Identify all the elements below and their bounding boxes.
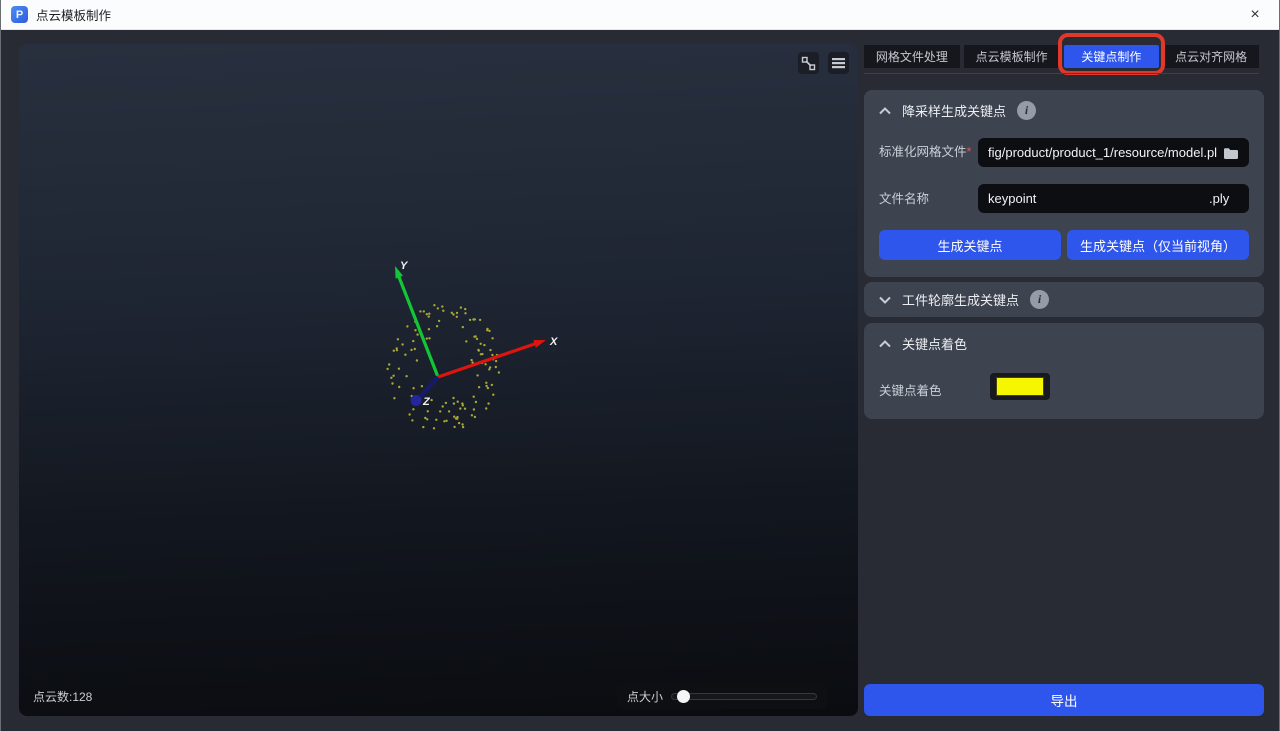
section-header[interactable]: 降采样生成关键点 i: [864, 90, 1264, 120]
section-title: 关键点着色: [902, 334, 967, 353]
measure-icon: [801, 56, 816, 71]
titlebar: P 点云模板制作 ×: [1, 0, 1279, 30]
window-title: 点云模板制作: [36, 5, 111, 24]
section-title: 降采样生成关键点: [902, 101, 1006, 120]
axis-x-label: X: [549, 336, 558, 348]
chevron-up-icon: [879, 107, 891, 115]
tabbar-separator: [864, 73, 1259, 74]
axis-y-label: Y: [400, 260, 409, 272]
keypoint-color-label: 关键点着色: [879, 380, 942, 399]
point-size-label: 点大小: [627, 688, 663, 705]
section-contour-keypoints: 工件轮廓生成关键点 i: [864, 282, 1264, 317]
point-size-control: 点大小: [617, 683, 827, 709]
tab-mesh-file-processing[interactable]: 网格文件处理: [864, 45, 960, 68]
tab-pointcloud-template[interactable]: 点云模板制作: [964, 45, 1060, 68]
app-window: P 点云模板制作 × Y X Z: [0, 0, 1280, 731]
point-count-label: 点云数:128: [33, 688, 92, 705]
section-header[interactable]: 工件轮廓生成关键点 i: [864, 282, 1264, 309]
section-downsample-keypoints: 降采样生成关键点 i 标准化网格文件* 文件名称 .ply 生成关键点 生成关键…: [864, 90, 1264, 277]
keypoint-color-swatch: [996, 377, 1044, 396]
axis-x-line: [438, 344, 536, 378]
file-name-label: 文件名称: [879, 188, 929, 207]
axis-z-label: Z: [422, 396, 431, 408]
axis-x-arrowhead: [533, 340, 546, 348]
menu-button[interactable]: [828, 52, 849, 74]
section-title: 工件轮廓生成关键点: [902, 290, 1019, 309]
section-keypoint-coloring: 关键点着色 关键点着色: [864, 323, 1264, 419]
generate-keypoints-current-view-button[interactable]: 生成关键点（仅当前视角）: [1067, 230, 1249, 260]
mesh-file-input[interactable]: [978, 138, 1249, 167]
info-icon[interactable]: i: [1017, 101, 1036, 120]
section-header[interactable]: 关键点着色: [864, 323, 1264, 353]
close-icon[interactable]: ×: [1243, 4, 1267, 26]
chevron-up-icon: [879, 340, 891, 348]
slider-thumb[interactable]: [677, 690, 690, 703]
axis-y-line: [399, 277, 438, 377]
folder-icon: [1223, 147, 1239, 160]
info-icon[interactable]: i: [1030, 290, 1049, 309]
scene-canvas[interactable]: Y X Z: [19, 44, 858, 716]
measure-tool-button[interactable]: [798, 52, 819, 74]
chevron-down-icon: [879, 296, 891, 304]
tab-keypoint-creation[interactable]: 关键点制作: [1064, 45, 1160, 68]
app-logo-icon: P: [11, 6, 28, 23]
generate-keypoints-button[interactable]: 生成关键点: [879, 230, 1061, 260]
file-extension-suffix: .ply: [1209, 191, 1229, 206]
tab-pointcloud-align-mesh[interactable]: 点云对齐网格: [1163, 45, 1259, 68]
keypoint-color-picker[interactable]: [990, 373, 1050, 400]
mesh-file-label: 标准化网格文件*: [879, 141, 971, 160]
hamburger-menu-icon: [832, 57, 845, 69]
folder-browse-button[interactable]: [1220, 143, 1242, 163]
required-asterisk: *: [967, 145, 972, 159]
export-button[interactable]: 导出: [864, 684, 1264, 716]
tabbar: 网格文件处理 点云模板制作 关键点制作 点云对齐网格: [864, 45, 1259, 68]
point-cloud: [386, 304, 500, 429]
viewport-3d[interactable]: Y X Z 点云数:128 点大小: [19, 44, 858, 716]
axis-z-blob: [411, 395, 422, 406]
point-size-slider[interactable]: [671, 693, 817, 700]
